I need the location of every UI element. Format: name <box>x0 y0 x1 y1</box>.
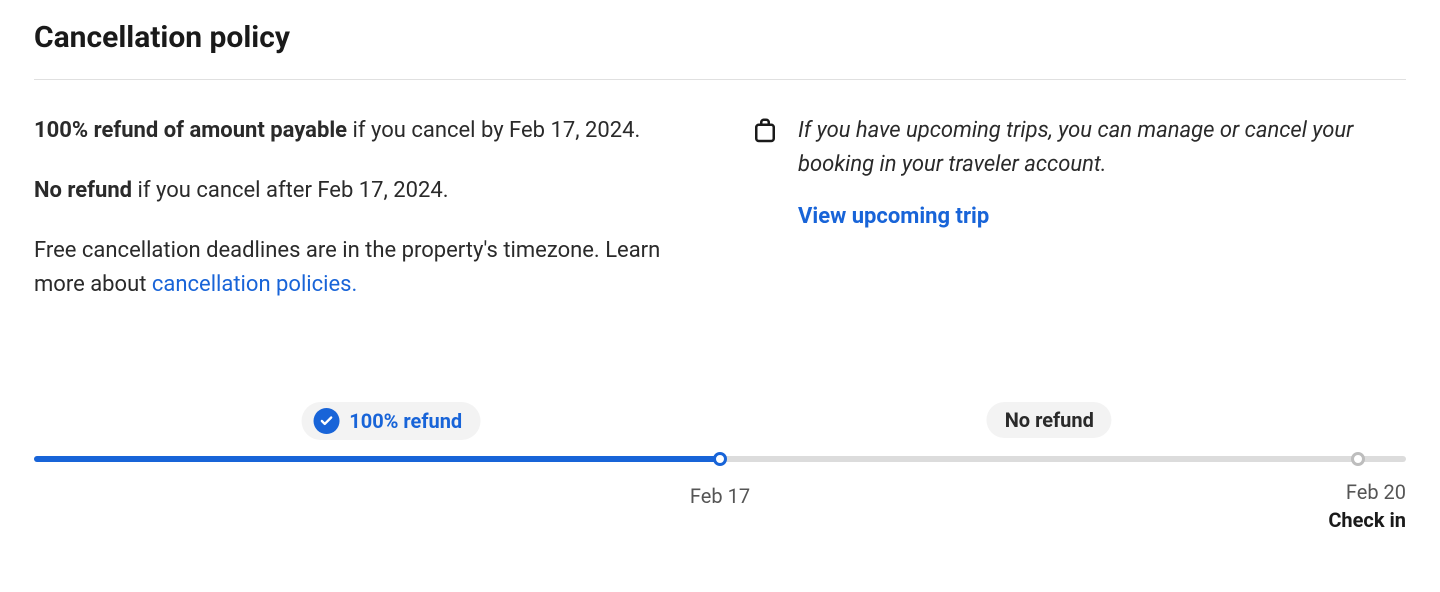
timeline-checkin-label: Check in <box>1328 508 1406 532</box>
timeline-norefund-label: No refund <box>1005 408 1094 432</box>
policy-line-norefund-bold: No refund <box>34 178 132 203</box>
timeline-refund-label: 100% refund <box>349 409 462 433</box>
luggage-icon <box>750 114 780 302</box>
section-title: Cancellation policy <box>34 20 1406 55</box>
view-upcoming-trip-link[interactable]: View upcoming trip <box>798 204 989 229</box>
timeline-end-date: Feb 20 <box>1346 480 1406 504</box>
policy-line-norefund: No refund if you cancel after Feb 17, 20… <box>34 174 690 208</box>
policy-line-refund-rest: if you cancel by Feb 17, 2024. <box>347 118 640 143</box>
policy-text-column: 100% refund of amount payable if you can… <box>34 114 690 302</box>
policy-content-grid: 100% refund of amount payable if you can… <box>34 114 1406 302</box>
timeline-midpoint <box>713 452 727 466</box>
upcoming-trip-description: If you have upcoming trips, you can mana… <box>798 114 1406 182</box>
timeline-end-labels: Feb 20 Check in <box>1328 480 1406 532</box>
refund-timeline: 100% refund No refund Feb 17 Feb 20 Chec… <box>34 402 1406 522</box>
policy-line-norefund-rest: if you cancel after Feb 17, 2024. <box>132 178 449 203</box>
upcoming-trip-column: If you have upcoming trips, you can mana… <box>750 114 1406 302</box>
timeline-mid-date: Feb 17 <box>690 484 750 508</box>
cancellation-policies-link[interactable]: cancellation policies. <box>152 272 357 297</box>
upcoming-trip-text: If you have upcoming trips, you can mana… <box>798 114 1406 302</box>
policy-line-refund-bold: 100% refund of amount payable <box>34 118 347 143</box>
check-icon <box>313 408 339 434</box>
policy-line-refund: 100% refund of amount payable if you can… <box>34 114 690 148</box>
divider <box>34 79 1406 80</box>
policy-line-deadline-note: Free cancellation deadlines are in the p… <box>34 234 690 302</box>
timeline-fill <box>34 456 720 462</box>
timeline-endpoint <box>1351 452 1365 466</box>
timeline-norefund-badge: No refund <box>987 402 1112 438</box>
timeline-refund-badge: 100% refund <box>301 402 480 440</box>
